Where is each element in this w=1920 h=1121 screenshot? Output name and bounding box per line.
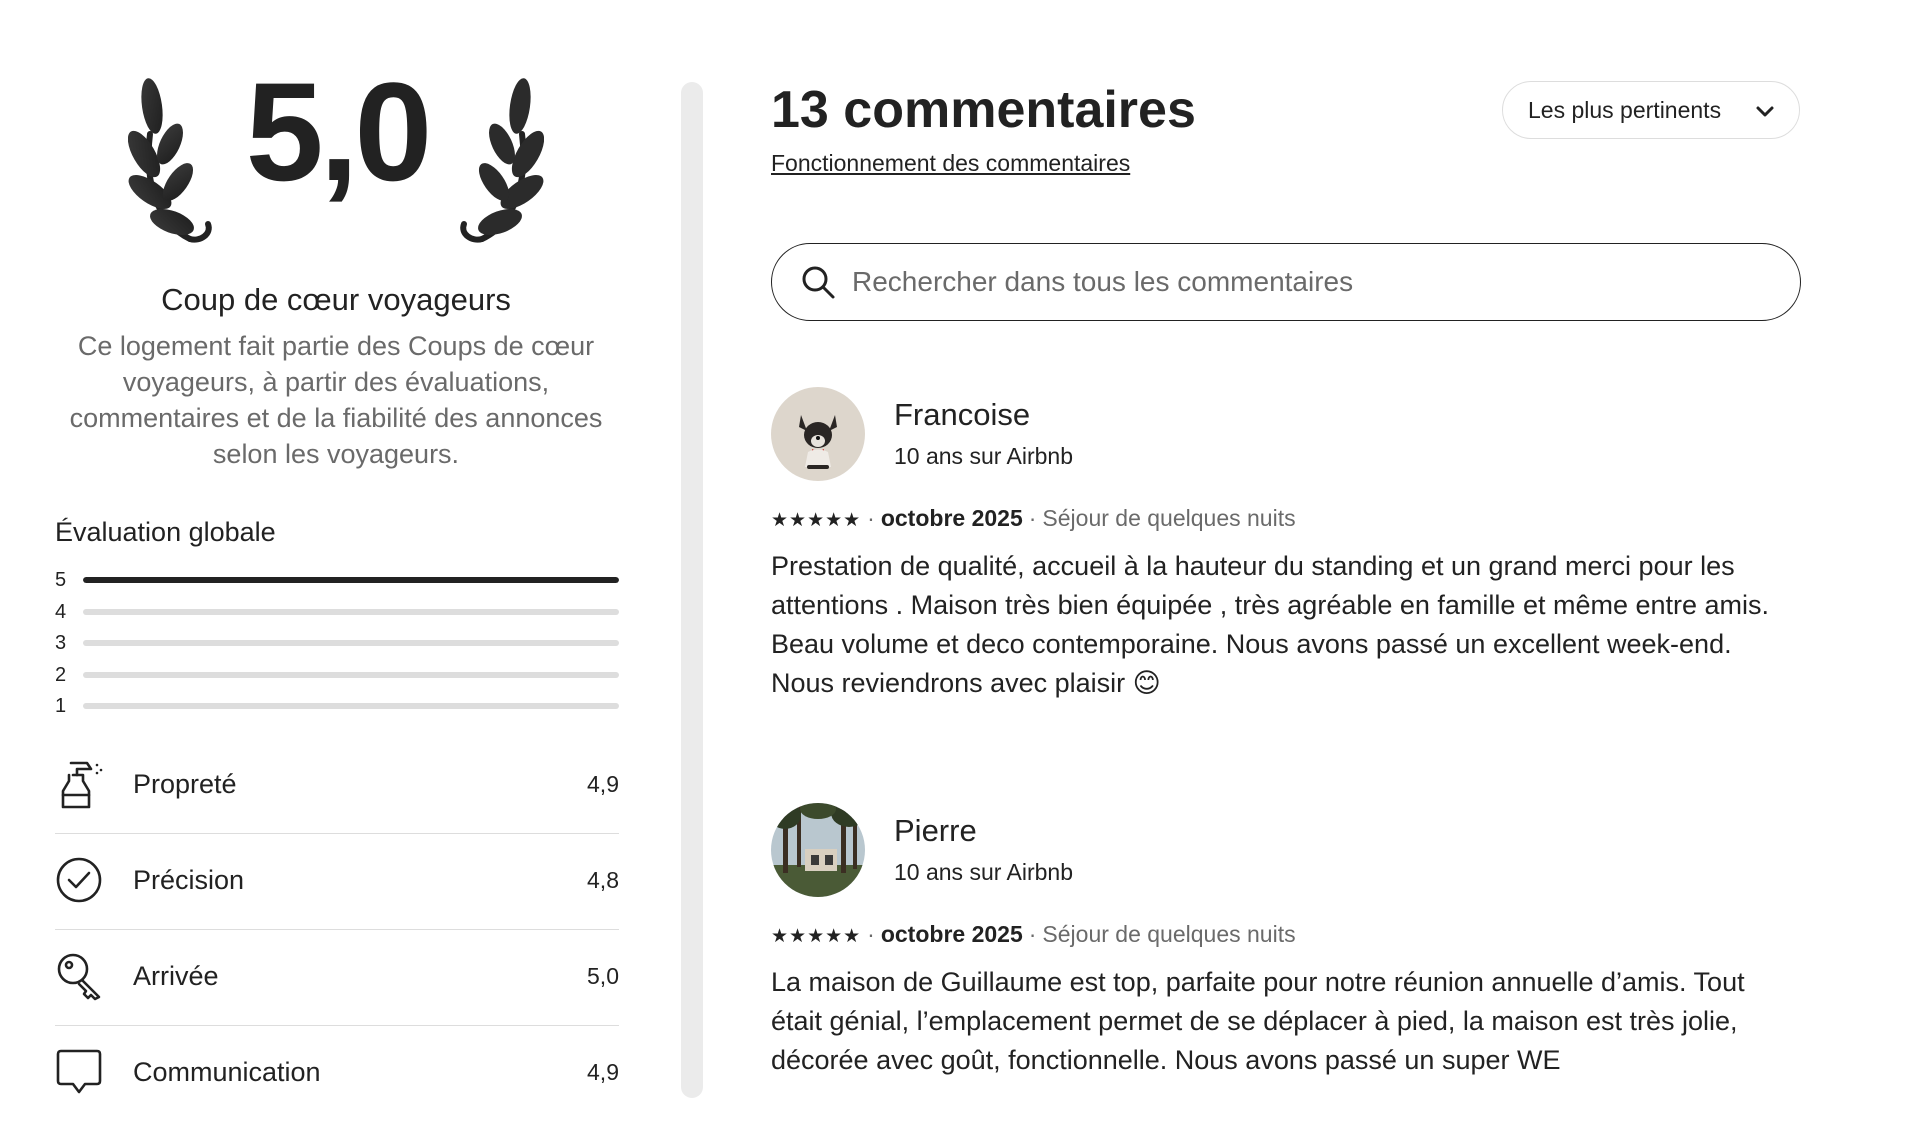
review-text: La maison de Guillaume est top, parfaite…: [771, 963, 1801, 1080]
search-icon: [802, 266, 835, 299]
rating-bar-label: 5: [55, 569, 67, 591]
reviewer-tenure: 10 ans sur Airbnb: [894, 443, 1074, 469]
rating-bar-track: [83, 609, 619, 615]
how-reviews-work-link[interactable]: Fonctionnement des commentaires: [771, 150, 1130, 177]
category-value: 4,9: [587, 1059, 619, 1085]
category-row-checkin: Arrivée 5,0: [55, 929, 619, 1026]
rating-bar-track: [83, 703, 619, 709]
rating-bar-label: 2: [55, 664, 67, 686]
category-value: 5,0: [587, 963, 619, 989]
rating-bar-fill: [83, 577, 619, 583]
rating-bar-track: [83, 672, 619, 678]
review-text-paragraph: La maison de Guillaume est top, parfaite…: [771, 967, 1745, 1075]
review-text-paragraph: Prestation de qualité, accueil à la haut…: [771, 551, 1770, 659]
review-text-paragraph: Nous reviendrons avec plaisir 😊: [771, 668, 1161, 698]
rating-bar-5: 5: [55, 569, 619, 591]
reviewer-name[interactable]: Francoise: [894, 397, 1030, 433]
reviews-count-title: 13 commentaires: [771, 81, 1196, 139]
rating-bar-track: [83, 640, 619, 646]
avatar[interactable]: [771, 803, 865, 897]
review-search-box[interactable]: [771, 243, 1801, 321]
guest-favorite-title: Coup de cœur voyageurs: [161, 282, 511, 317]
sort-dropdown[interactable]: Les plus pertinents: [1502, 81, 1800, 139]
rating-bar-label: 4: [55, 601, 67, 623]
review-meta: ★★★★★ · octobre 2025 · Séjour de quelques nu…: [771, 505, 1296, 532]
chevron-down-icon: [1756, 106, 1774, 117]
dog-avatar-icon: [771, 387, 865, 481]
rating-bar-track: [83, 577, 619, 583]
category-row-accuracy: Précision 4,8: [55, 833, 619, 930]
category-value: 4,8: [587, 867, 619, 893]
review-stay-length: Séjour de quelques nuits: [1042, 505, 1296, 531]
house-trees-avatar-icon: [771, 803, 865, 897]
rating-bar-label: 3: [55, 632, 67, 654]
review-date: octobre 2025: [880, 921, 1023, 947]
separator-dot: ·: [867, 921, 875, 947]
column-scrollbar[interactable]: [681, 82, 703, 1098]
category-row-cleanliness: Propreté 4,9: [55, 737, 619, 834]
laurel-right-icon: [460, 78, 544, 243]
category-label: Arrivée: [133, 961, 219, 991]
category-label: Propreté: [133, 769, 237, 799]
rating-distribution-title: Évaluation globale: [55, 517, 276, 547]
category-row-communication: Communication 4,9: [55, 1025, 619, 1121]
review-stay-length: Séjour de quelques nuits: [1042, 921, 1296, 947]
check-circle-icon: [56, 857, 102, 903]
spray-bottle-icon: [61, 761, 103, 809]
separator-dot: ·: [1028, 505, 1037, 531]
overall-score: 5,0: [245, 53, 433, 210]
review-card: Pierre 10 ans sur Airbnb ★★★★★ · octobre 2…: [771, 803, 1811, 1093]
review-meta: ★★★★★ · octobre 2025 · Séjour de quelques nu…: [771, 921, 1296, 948]
chat-bubble-icon: [56, 1049, 102, 1094]
category-value: 4,9: [587, 771, 619, 797]
review-search-input[interactable]: [850, 260, 1754, 304]
reviewer-name[interactable]: Pierre: [894, 813, 977, 849]
laurel-left-icon: [128, 78, 212, 243]
review-text: Prestation de qualité, accueil à la haut…: [771, 547, 1801, 703]
rating-bar-1: 1: [55, 695, 619, 717]
separator-dot: ·: [1028, 921, 1037, 947]
key-icon: [57, 953, 101, 1001]
rating-bar-label: 1: [55, 695, 67, 717]
review-card: Francoise 10 ans sur Airbnb ★★★★★ · octobr…: [771, 387, 1811, 747]
reviewer-tenure: 10 ans sur Airbnb: [894, 859, 1074, 885]
rating-bar-3: 3: [55, 632, 619, 654]
review-stars: ★★★★★: [771, 510, 862, 531]
guest-favorite-description: Ce logement fait partie des Coups de cœu…: [69, 331, 603, 469]
review-date: octobre 2025: [880, 505, 1023, 531]
review-stars: ★★★★★: [771, 926, 862, 947]
category-label: Communication: [133, 1057, 321, 1087]
rating-bar-4: 4: [55, 601, 619, 623]
rating-bar-2: 2: [55, 664, 619, 686]
sort-label: Les plus pertinents: [1528, 97, 1722, 123]
separator-dot: ·: [867, 505, 875, 531]
category-label: Précision: [133, 865, 245, 895]
avatar[interactable]: [771, 387, 865, 481]
